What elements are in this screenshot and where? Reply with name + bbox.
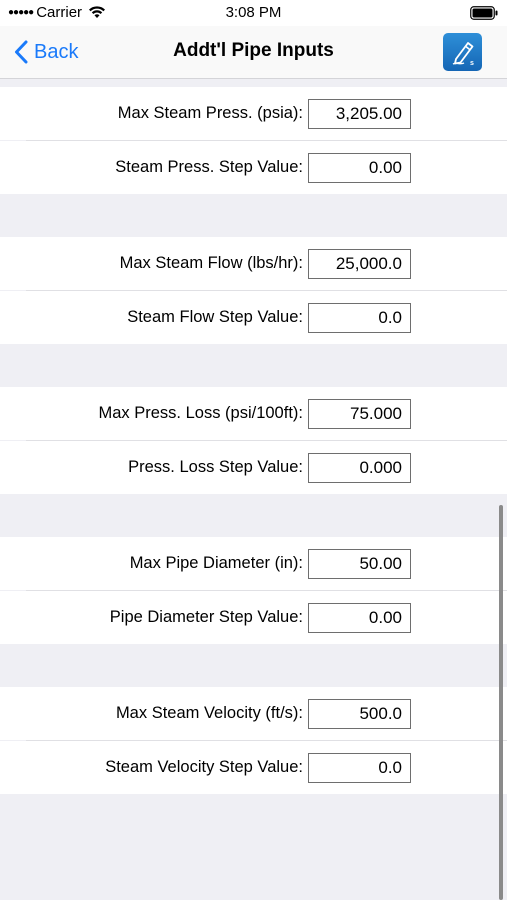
inputs-list: Max Steam Press. (psia): Steam Press. St… xyxy=(0,79,507,900)
field-label: Max Steam Press. (psia): xyxy=(117,104,303,122)
field-label: Max Press. Loss (psi/100ft): xyxy=(98,404,304,422)
max-steam-press-input[interactable] xyxy=(308,99,411,129)
field-row-max-steam-flow: Max Steam Flow (lbs/hr): xyxy=(0,237,507,290)
max-steam-velocity-input[interactable] xyxy=(308,699,411,729)
steam-flow-step-input[interactable] xyxy=(308,303,411,333)
edit-sheet-icon: s xyxy=(452,42,474,67)
field-row-max-steam-press: Max Steam Press. (psia): xyxy=(0,87,507,140)
max-pipe-diameter-input[interactable] xyxy=(308,549,411,579)
field-row-pipe-diameter-step: Pipe Diameter Step Value: xyxy=(0,591,507,644)
pipe-diameter-step-input[interactable] xyxy=(308,603,411,633)
field-row-max-pipe-diameter: Max Pipe Diameter (in): xyxy=(0,537,507,590)
field-row-max-steam-velocity: Max Steam Velocity (ft/s): xyxy=(0,687,507,740)
max-press-loss-input[interactable] xyxy=(308,399,411,429)
page-title: Addt'l Pipe Inputs xyxy=(173,40,334,61)
field-label: Press. Loss Step Value: xyxy=(128,458,303,476)
battery-icon xyxy=(470,6,498,20)
field-row-max-press-loss: Max Press. Loss (psi/100ft): xyxy=(0,387,507,440)
field-row-steam-press-step: Steam Press. Step Value: xyxy=(0,141,507,194)
navigation-bar: Back Addt'l Pipe Inputs s xyxy=(0,26,507,79)
steam-velocity-step-input[interactable] xyxy=(308,753,411,783)
status-bar: ●●●●● Carrier 3:08 PM xyxy=(0,0,507,26)
steam-press-step-input[interactable] xyxy=(308,153,411,183)
field-row-steam-velocity-step: Steam Velocity Step Value: xyxy=(0,741,507,794)
field-label: Steam Velocity Step Value: xyxy=(105,758,303,776)
max-steam-flow-input[interactable] xyxy=(308,249,411,279)
field-label: Steam Press. Step Value: xyxy=(115,158,303,176)
field-label: Max Pipe Diameter (in): xyxy=(129,554,303,572)
vertical-scrollbar[interactable] xyxy=(499,505,503,900)
field-label: Steam Flow Step Value: xyxy=(127,308,303,326)
press-loss-step-input[interactable] xyxy=(308,453,411,483)
svg-text:s: s xyxy=(470,60,474,67)
field-row-press-loss-step: Press. Loss Step Value: xyxy=(0,441,507,494)
field-row-steam-flow-step: Steam Flow Step Value: xyxy=(0,291,507,344)
field-label: Max Steam Velocity (ft/s): xyxy=(115,704,303,722)
edit-sheet-button[interactable]: s xyxy=(443,33,482,71)
field-label: Max Steam Flow (lbs/hr): xyxy=(119,254,303,272)
field-label: Pipe Diameter Step Value: xyxy=(109,608,303,626)
status-time: 3:08 PM xyxy=(225,4,282,21)
